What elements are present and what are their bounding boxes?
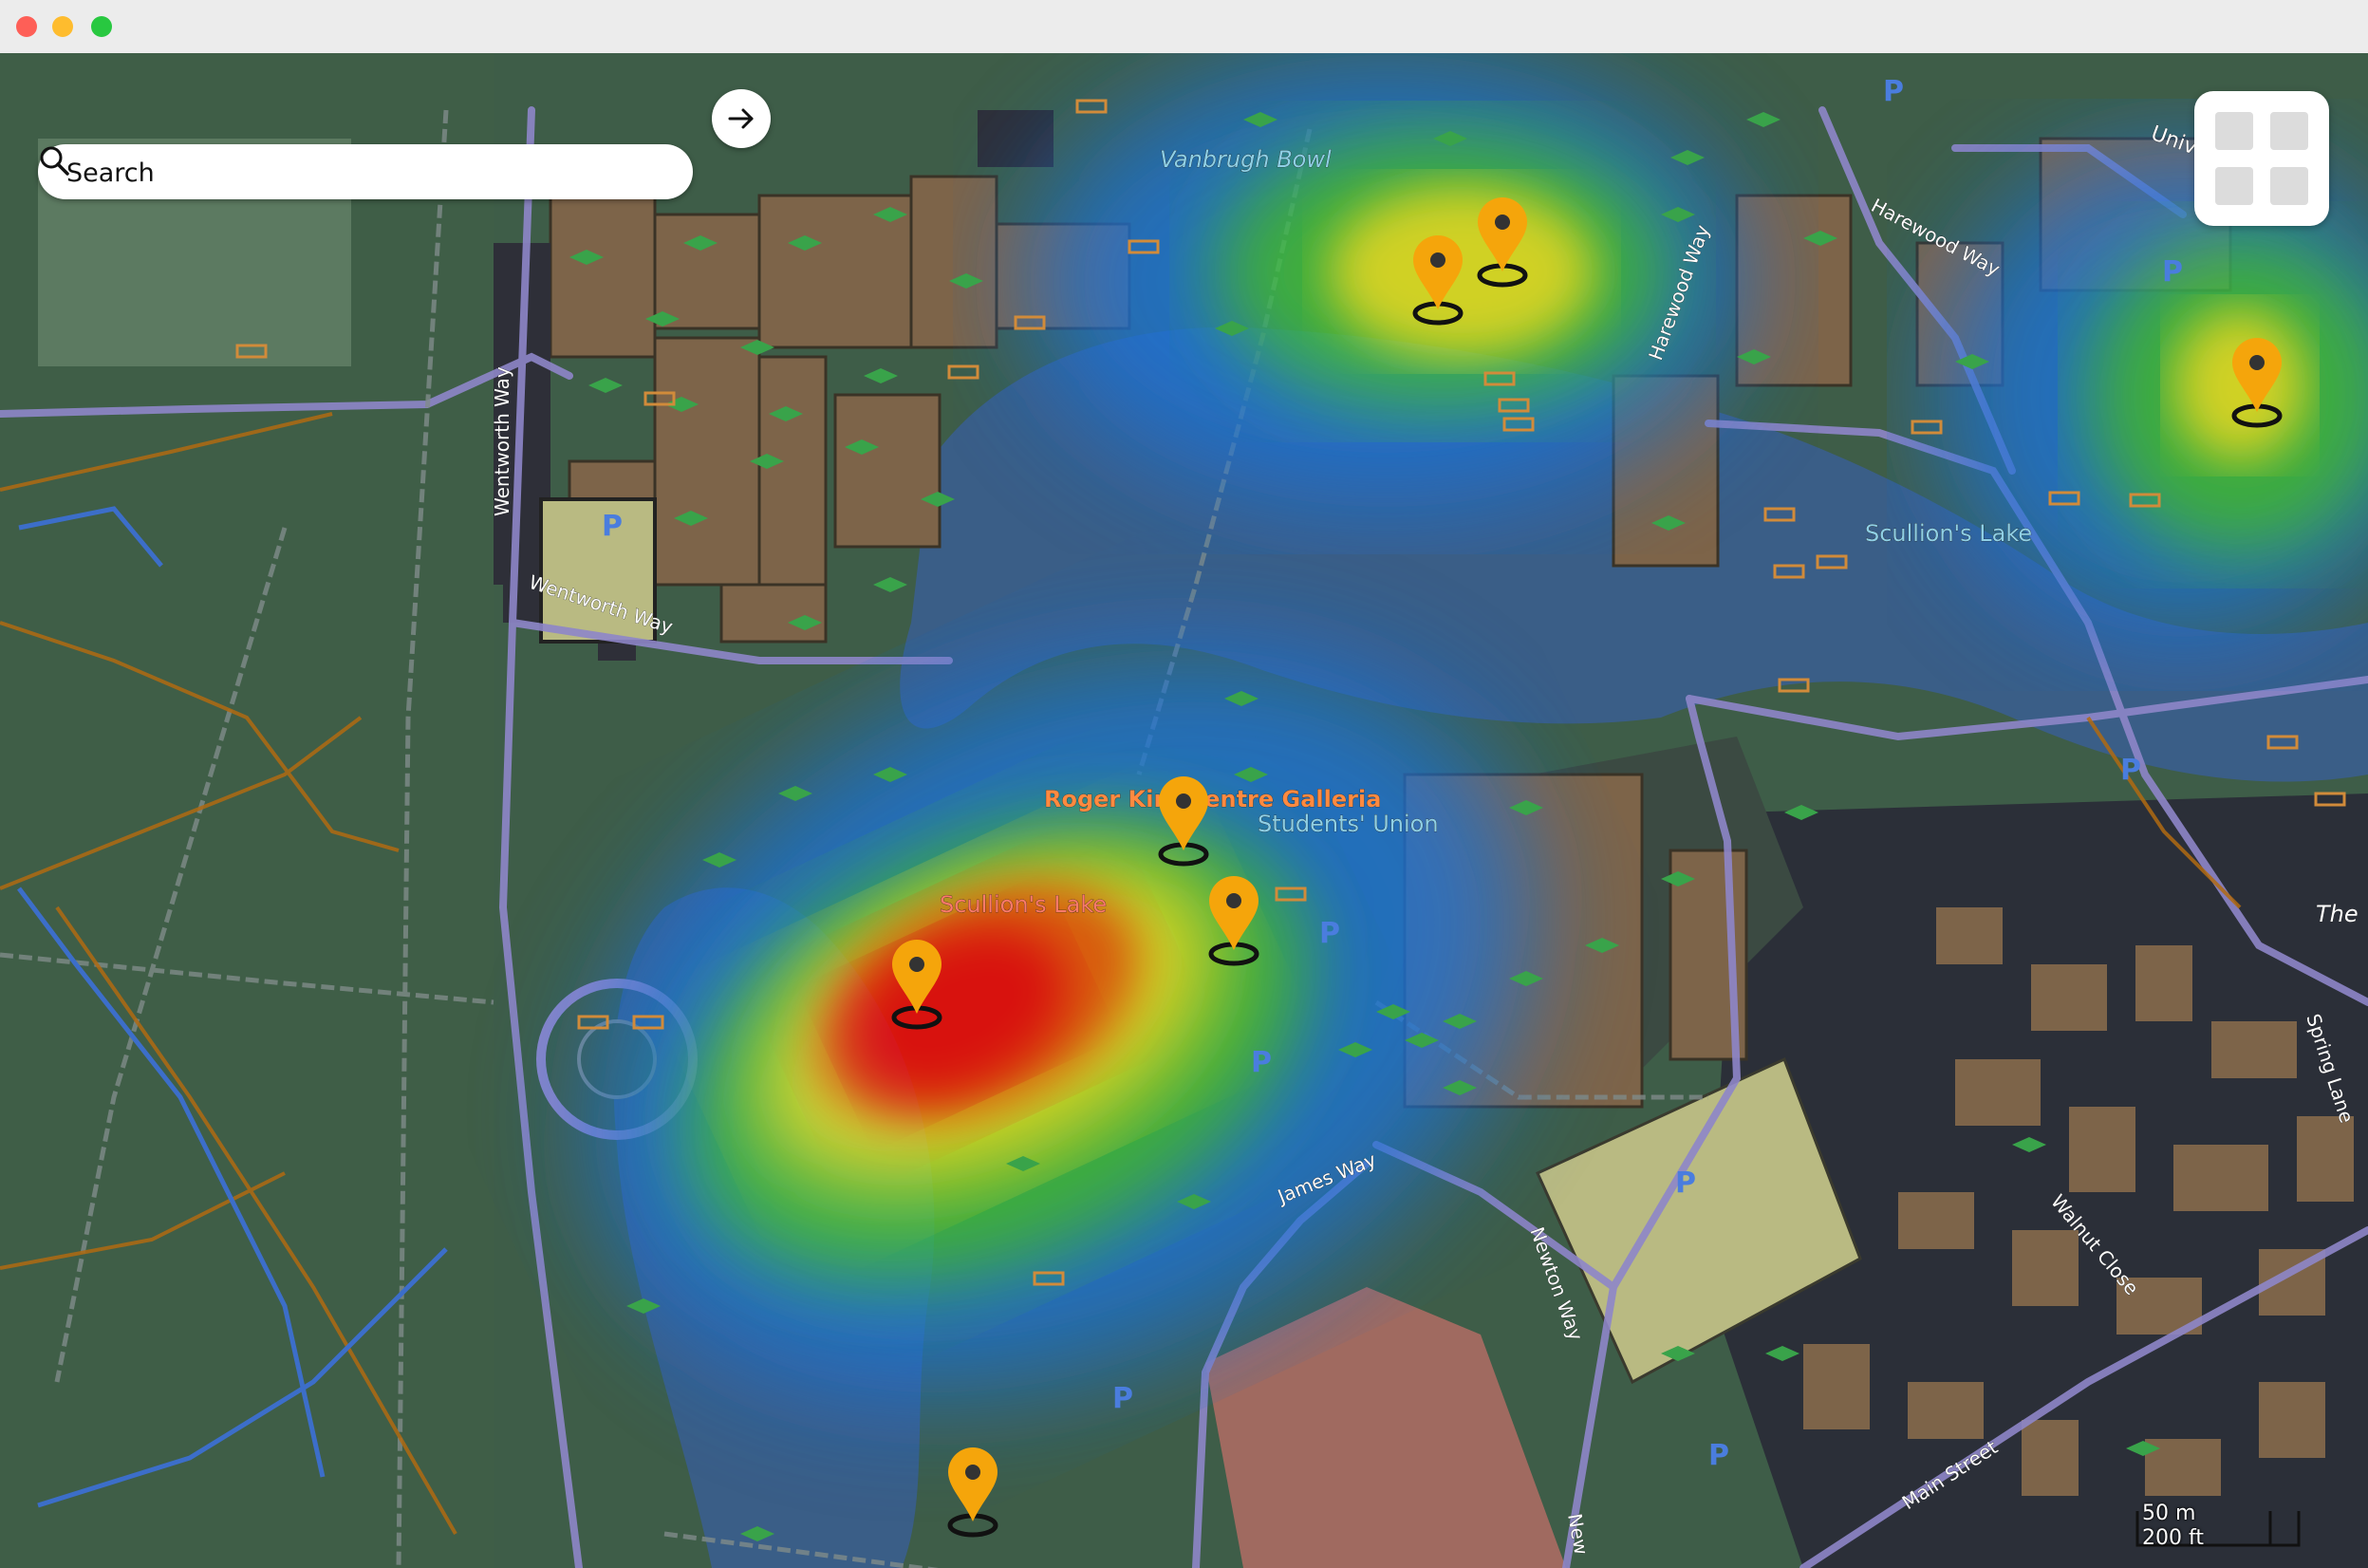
label-students-union: Students' Union xyxy=(1258,811,1439,837)
layers-button[interactable] xyxy=(2194,91,2329,226)
label-wentworth-way-vertical: Wentworth Way xyxy=(491,366,513,516)
search-icon[interactable] xyxy=(38,144,70,177)
label-scullions-lake-2: Scullion's Lake xyxy=(940,891,1107,918)
svg-text:P: P xyxy=(2120,754,2141,787)
scale-imperial-label: 200 ft xyxy=(2142,1526,2204,1550)
go-button[interactable] xyxy=(712,89,771,148)
scale-bar: 50 m 200 ft xyxy=(2131,1502,2302,1550)
label-roger-kirk-centre: Roger Kirk Centre Galleria xyxy=(1044,786,1381,812)
map-canvas[interactable]: P P P P P P P P P Vanbrugh Bowl Harewood Way H… xyxy=(0,53,2368,1568)
close-window-button[interactable] xyxy=(16,16,37,37)
svg-text:P: P xyxy=(2162,255,2183,289)
search-input[interactable] xyxy=(65,154,628,192)
label-vanbrugh-bowl: Vanbrugh Bowl xyxy=(1160,146,1332,173)
svg-text:P: P xyxy=(1708,1439,1729,1472)
svg-text:P: P xyxy=(1675,1167,1696,1200)
map-base-layer: P P P P P P P P P Vanbrugh Bowl Harewood Way H… xyxy=(0,53,2368,1568)
scale-metric-label: 50 m xyxy=(2142,1502,2196,1525)
minimize-window-button[interactable] xyxy=(52,16,73,37)
maximize-window-button[interactable] xyxy=(91,16,112,37)
svg-text:P: P xyxy=(1319,917,1340,950)
search-bar xyxy=(38,144,693,199)
svg-text:P: P xyxy=(1251,1046,1272,1079)
window-titlebar xyxy=(0,0,2368,54)
svg-text:P: P xyxy=(602,510,623,543)
svg-text:P: P xyxy=(1883,75,1904,108)
app-window: P P P P P P P P P Vanbrugh Bowl Harewood Way H… xyxy=(0,0,2368,1568)
label-scullions-lake: Scullion's Lake xyxy=(1865,520,2032,547)
svg-text:P: P xyxy=(1112,1382,1133,1415)
label-the: The xyxy=(2316,901,2359,927)
arrow-right-icon xyxy=(728,108,754,129)
